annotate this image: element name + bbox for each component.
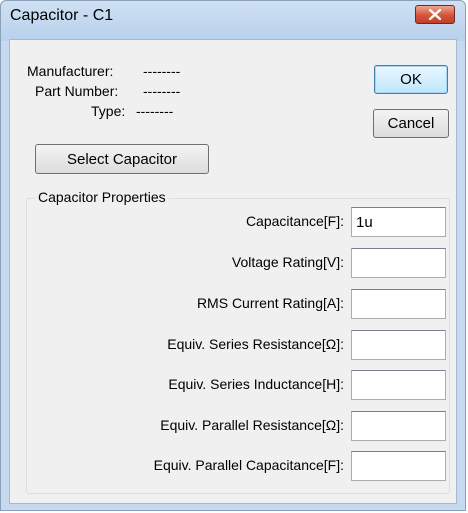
capacitance-label: Capacitance[F]: (245, 213, 344, 229)
type-label: Type: (91, 103, 126, 119)
manufacturer-value: -------- (143, 63, 181, 79)
equiv-series-inductance-label: Equiv. Series Inductance[H]: (168, 376, 344, 392)
equiv-series-resistance-field[interactable] (351, 330, 446, 360)
type-value: -------- (136, 103, 174, 119)
capacitor-properties-group: Capacitor Properties Capacitance[F]: Vol… (26, 189, 450, 494)
part-number-value: -------- (143, 83, 181, 99)
manufacturer-label: Manufacturer: (27, 63, 114, 79)
equiv-parallel-resistance-label: Equiv. Parallel Resistance[Ω]: (160, 417, 344, 433)
part-number-label: Part Number: (35, 83, 119, 99)
capacitance-field[interactable] (351, 207, 446, 237)
window-title: Capacitor - C1 (10, 7, 114, 24)
select-capacitor-button[interactable]: Select Capacitor (35, 144, 209, 174)
close-button[interactable] (415, 5, 455, 24)
rms-current-rating-field[interactable] (351, 289, 446, 319)
cancel-button[interactable]: Cancel (373, 109, 449, 138)
capacitor-dialog-window: Capacitor - C1 Manufacturer: -------- Pa… (0, 0, 466, 511)
equiv-series-inductance-field[interactable] (351, 370, 446, 400)
close-icon (429, 9, 441, 20)
ok-button[interactable]: OK (374, 65, 448, 94)
equiv-parallel-capacitance-label: Equiv. Parallel Capacitance[F]: (153, 457, 344, 473)
voltage-rating-field[interactable] (351, 248, 446, 278)
dialog-client-area: Manufacturer: -------- Part Number: ----… (9, 39, 457, 504)
rms-current-rating-label: RMS Current Rating[A]: (196, 295, 344, 311)
voltage-rating-label: Voltage Rating[V]: (231, 254, 344, 270)
equiv-series-resistance-label: Equiv. Series Resistance[Ω]: (167, 336, 344, 352)
equiv-parallel-resistance-field[interactable] (351, 411, 446, 441)
capacitor-properties-title: Capacitor Properties (35, 189, 169, 205)
title-bar[interactable]: Capacitor - C1 (1, 1, 465, 39)
equiv-parallel-capacitance-field[interactable] (351, 451, 446, 481)
